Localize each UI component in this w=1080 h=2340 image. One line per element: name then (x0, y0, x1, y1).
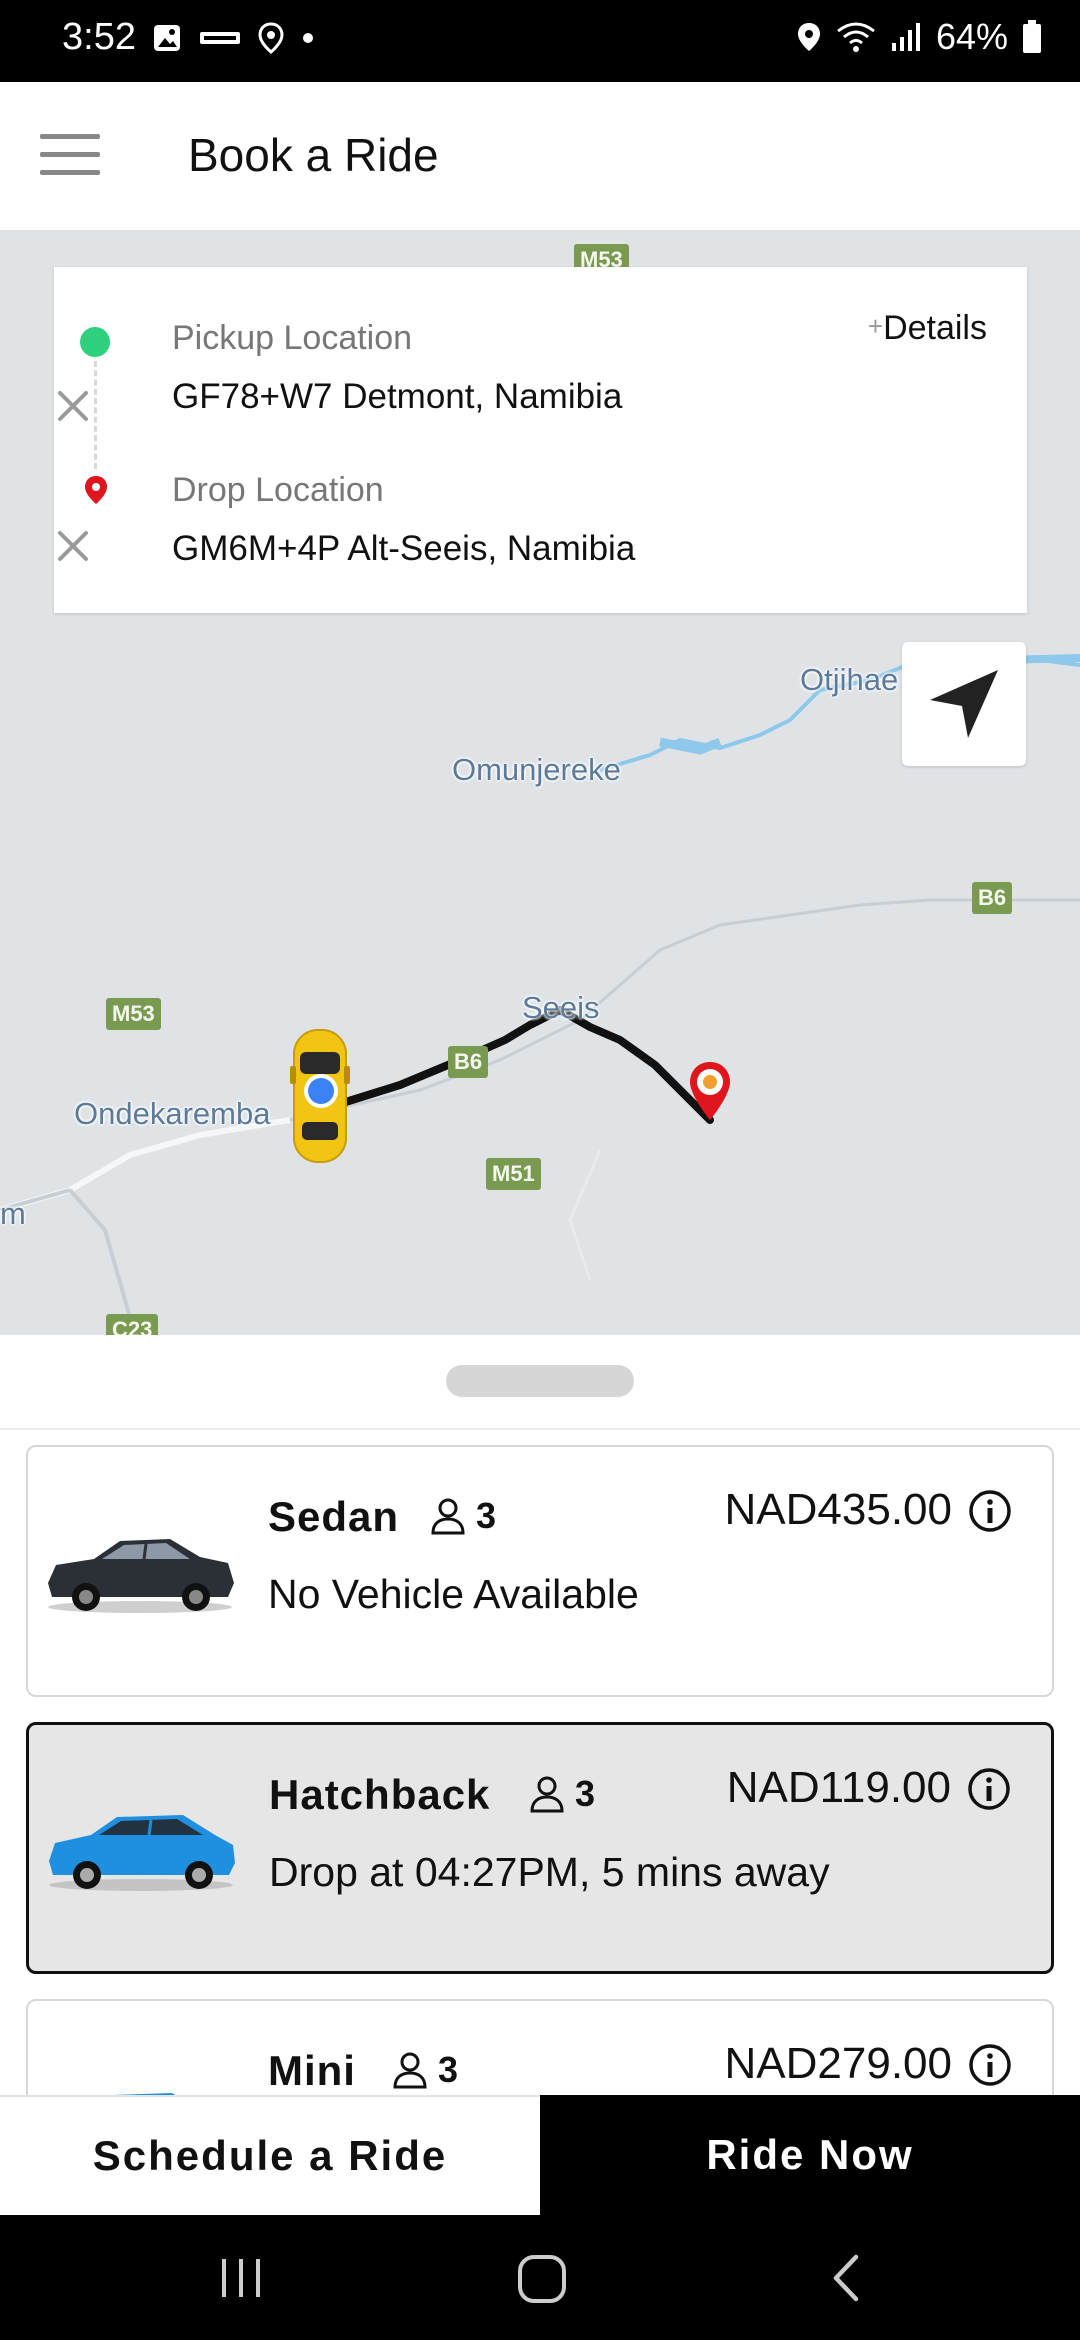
clear-pickup-close-icon[interactable] (54, 387, 92, 425)
route-connector (94, 361, 97, 469)
map-label-omunjereke: Omunjereke (452, 752, 621, 787)
wifi-icon (837, 22, 875, 52)
ride-option-sedan[interactable]: Sedan 3 NAD435.00 No Vehicle Available (26, 1445, 1054, 1697)
ride-options-sheet: Sedan 3 NAD435.00 No Vehicle Available H… (0, 1335, 1080, 2251)
seat-count: 3 (438, 2049, 459, 2090)
sheet-drag-handle[interactable] (446, 1365, 634, 1397)
ride-name: Hatchback (269, 1771, 491, 1818)
map-view[interactable]: Otjihae Omunjereke Seeis Ondekaremba m M… (0, 230, 1080, 1335)
hatchback-car-image (49, 1815, 235, 1891)
road-badge-b6: B6 (448, 1046, 489, 1078)
pickup-field[interactable]: GF78+W7 Detmont, Namibia (172, 377, 622, 417)
signal-icon (891, 23, 920, 51)
map-label-edge: m (0, 1196, 26, 1231)
home-icon[interactable] (516, 2253, 568, 2305)
status-system-icons: 64% (796, 16, 1042, 58)
seat-capacity: 3 (392, 2049, 458, 2091)
recent-apps-icon[interactable] (216, 2253, 266, 2303)
info-icon[interactable] (968, 1489, 1012, 1533)
seat-capacity: 3 (430, 1495, 496, 1537)
map-label-ondekaremba: Ondekaremba (74, 1096, 271, 1131)
ride-price: NAD119.00 (726, 1763, 951, 1812)
divider (0, 1428, 1080, 1430)
ride-option-hatchback[interactable]: Hatchback 3 NAD119.00 Drop at 04:27PM, 5… (26, 1722, 1054, 1974)
dot-icon (303, 33, 313, 43)
details-label: Details (883, 309, 987, 347)
map-label-seeis: Seeis (522, 990, 600, 1025)
ride-status: Drop at 04:27PM, 5 mins away (269, 1849, 830, 1895)
map-label-otjihae: Otjihae (800, 662, 899, 697)
road-badge-c23: C23 (106, 1314, 159, 1335)
page-title: Book a Ride (188, 129, 439, 181)
person-icon (393, 2052, 427, 2089)
details-plus: + (867, 311, 884, 341)
battery-percent: 64% (935, 16, 1008, 57)
seat-capacity: 3 (529, 1773, 595, 1815)
info-icon[interactable] (967, 1767, 1011, 1811)
status-time: 3:52 (62, 16, 136, 58)
ride-price: NAD279.00 (724, 2039, 952, 2088)
person-icon (530, 1776, 564, 1813)
ride-now-button[interactable]: Ride Now (540, 2095, 1080, 2215)
destination-pin-icon (690, 1062, 730, 1120)
app-icon (200, 32, 240, 44)
status-bar: 3:52 64% (0, 0, 1080, 82)
person-icon (431, 1498, 465, 1535)
current-location-dot-icon (304, 1074, 338, 1108)
details-button[interactable]: +Details (868, 309, 987, 348)
schedule-ride-button[interactable]: Schedule a Ride (0, 2095, 540, 2215)
pickup-label: Pickup Location (172, 319, 413, 357)
hamburger-menu-icon[interactable] (40, 134, 100, 180)
ride-status: No Vehicle Available (268, 1571, 639, 1617)
seat-count: 3 (476, 1495, 497, 1536)
ride-name: Sedan (268, 1493, 400, 1540)
booking-actions: Schedule a Ride Ride Now (0, 2095, 1080, 2215)
ride-name: Mini (268, 2047, 356, 2094)
drop-field[interactable]: GM6M+4P Alt-Seeis, Namibia (172, 529, 635, 569)
seat-count: 3 (575, 1773, 596, 1814)
ride-price: NAD435.00 (724, 1485, 952, 1534)
gallery-icon (154, 25, 180, 51)
road-badge-m53: M53 (106, 998, 161, 1030)
location-icon (797, 23, 820, 51)
back-icon[interactable] (826, 2253, 866, 2303)
drop-pin-icon (85, 476, 107, 504)
system-navigation-bar (0, 2215, 1080, 2340)
road-badge-b6: B6 (972, 882, 1013, 914)
status-notification-icons (152, 22, 314, 54)
navigation-arrow-icon (930, 670, 998, 738)
app-header: Book a Ride (0, 82, 1080, 230)
road-badge-m51: M51 (486, 1158, 541, 1190)
battery-icon (1023, 20, 1041, 53)
info-icon[interactable] (968, 2043, 1012, 2087)
drop-label: Drop Location (172, 471, 384, 509)
recenter-button[interactable] (902, 642, 1026, 766)
sedan-car-image (48, 1539, 234, 1613)
pickup-dot-icon (80, 327, 110, 357)
location-icon (258, 22, 284, 54)
location-card: Pickup Location GF78+W7 Detmont, Namibia… (54, 267, 1027, 613)
clear-drop-close-icon[interactable] (54, 527, 92, 565)
